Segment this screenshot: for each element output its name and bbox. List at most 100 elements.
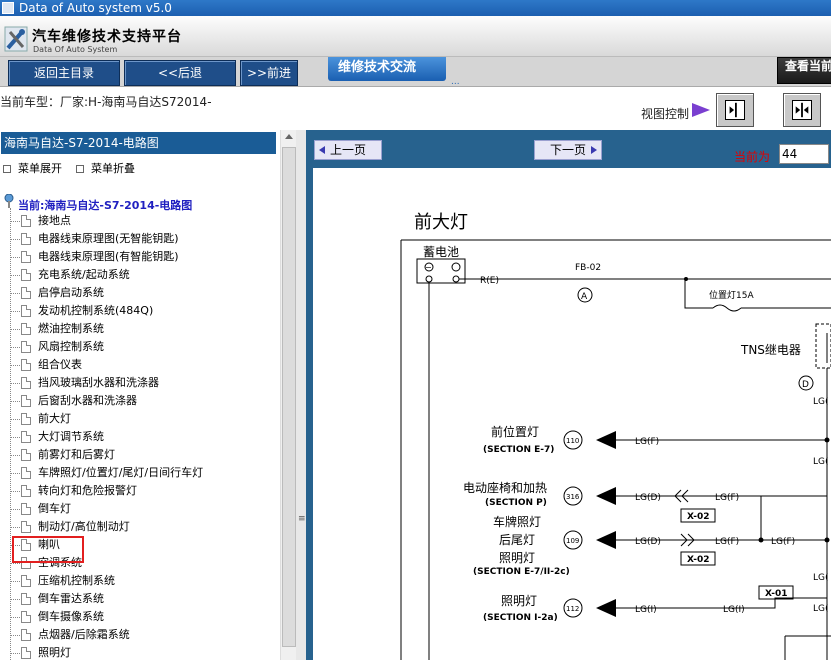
- menu-item[interactable]: 电器线束原理图(无智能钥匙): [0, 230, 280, 248]
- tab-more-link[interactable]: ...: [451, 77, 460, 87]
- tree-connector: [10, 239, 20, 240]
- view-control-label: 视图控制: [641, 107, 690, 121]
- document-icon: [21, 611, 31, 623]
- document-icon: [21, 413, 31, 425]
- plate-lamp-connector: 109: [566, 537, 579, 545]
- menu-title: 海南马自达-S7-2014-电路图: [1, 132, 276, 154]
- tree-connector: [10, 563, 20, 564]
- menu-item-label: 启停启动系统: [38, 286, 104, 299]
- tree-connector: [10, 275, 20, 276]
- tree-connector: [10, 347, 20, 348]
- expand-right-icon: [725, 100, 745, 120]
- menu-item[interactable]: 启停启动系统: [0, 284, 280, 302]
- app-icon: [2, 2, 14, 14]
- tree-connector: [10, 581, 20, 582]
- menu-item[interactable]: 倒车灯: [0, 500, 280, 518]
- prev-page-button[interactable]: 上一页: [314, 140, 382, 160]
- wire-lgf-label-4: LG(F): [771, 537, 795, 547]
- back-button[interactable]: <<后退: [124, 60, 236, 86]
- current-folder-label[interactable]: 当前:海南马自达-S7-2014-电路图: [18, 197, 192, 213]
- tech-exchange-tab[interactable]: 维修技术交流: [328, 57, 446, 81]
- illumination-lamp-label: 照明灯: [499, 551, 535, 565]
- menu-item[interactable]: 前大灯: [0, 410, 280, 428]
- menu-item[interactable]: 制动灯/高位制动灯: [0, 518, 280, 536]
- menu-item-label: 转向灯和危险报警灯: [38, 484, 137, 497]
- menu-item[interactable]: 照明灯: [0, 644, 280, 662]
- menu-item[interactable]: 前雾灯和后雾灯: [0, 446, 280, 464]
- fuse-block-label: FB-02: [575, 263, 601, 273]
- menu-item-label: 制动灯/高位制动灯: [38, 520, 130, 533]
- wire-lgi-label-2: LG(I): [723, 605, 745, 615]
- current-page-input[interactable]: 44: [779, 144, 829, 164]
- forward-button[interactable]: >>前进: [240, 60, 298, 86]
- menu-item-label: 倒车灯: [38, 502, 71, 515]
- menu-item-label: 压缩机控制系统: [38, 574, 115, 587]
- menu-item[interactable]: 电器线束原理图(有智能钥匙): [0, 248, 280, 266]
- menu-item[interactable]: 充电系统/起动系统: [0, 266, 280, 284]
- tree-connector: [10, 311, 20, 312]
- document-icon: [21, 449, 31, 461]
- menu-item[interactable]: 风扇控制系统: [0, 338, 280, 356]
- menu-item[interactable]: 大灯调节系统: [0, 428, 280, 446]
- view-control-arrow-icon: [692, 103, 710, 117]
- menu-scrollbar[interactable]: [280, 130, 296, 660]
- tree-connector: [10, 509, 20, 510]
- menu-item[interactable]: 压缩机控制系统: [0, 572, 280, 590]
- tree-connector: [10, 599, 20, 600]
- document-icon: [21, 287, 31, 299]
- menu-pane: 海南马自达-S7-2014-电路图 菜单展开 菜单折叠 当前:海南马自达-S7-…: [0, 130, 296, 660]
- menu-item-label: 前大灯: [38, 412, 71, 425]
- menu-item[interactable]: 后窗刮水器和洗涤器: [0, 392, 280, 410]
- wire-lg-e-label: LG(: [813, 397, 829, 407]
- next-page-label: 下一页: [549, 143, 586, 157]
- car-info-bar: 当前车型：厂家:H-海南马自达S72014- 视图控制: [0, 87, 831, 130]
- tree-connector: [10, 383, 20, 384]
- document-icon: [21, 503, 31, 515]
- menu-item[interactable]: 组合仪表: [0, 356, 280, 374]
- menu-item[interactable]: 发动机控制系统(484Q): [0, 302, 280, 320]
- menu-item[interactable]: 点烟器/后除霜系统: [0, 626, 280, 644]
- plate-lamp-section: (SECTION E-7/II-2c): [473, 567, 570, 577]
- menu-item-label: 大灯调节系统: [38, 430, 104, 443]
- heated-seat-label: 电动座椅和加热: [463, 480, 547, 495]
- menu-expand-button[interactable]: 菜单展开: [3, 160, 62, 176]
- menu-item[interactable]: 倒车摄像系统: [0, 608, 280, 626]
- view-current-button[interactable]: 查看当前: [777, 57, 831, 84]
- view-expand-right-button[interactable]: [716, 93, 754, 127]
- diagram-title: 前大灯: [414, 212, 468, 233]
- prev-arrow-icon: [319, 146, 325, 154]
- menu-item-label: 风扇控制系统: [38, 340, 104, 353]
- menu-item[interactable]: 倒车雷达系统: [0, 590, 280, 608]
- menu-expand-label: 菜单展开: [18, 162, 62, 175]
- app-header: 汽车维修技术支持平台 Data Of Auto System: [0, 16, 831, 56]
- heated-seat-section: (SECTION P): [485, 498, 547, 508]
- front-position-section: (SECTION E-7): [483, 445, 554, 455]
- tree-connector: [10, 653, 20, 654]
- prev-page-label: 上一页: [329, 143, 366, 157]
- document-icon: [21, 521, 31, 533]
- wire-lgf-label-2: LG(F): [715, 493, 739, 503]
- home-button[interactable]: 返回主目录: [8, 60, 120, 86]
- tree-connector: [10, 221, 20, 222]
- document-icon: [21, 215, 31, 227]
- menu-item[interactable]: 车牌照灯/位置灯/尾灯/日间行车灯: [0, 464, 280, 482]
- menu-item-label: 燃油控制系统: [38, 322, 104, 335]
- menu-item[interactable]: 接地点: [0, 212, 280, 230]
- menu-item[interactable]: 挡风玻璃刮水器和洗涤器: [0, 374, 280, 392]
- wire-lgf-label-3: LG(F): [715, 537, 739, 547]
- diagram-page: − 前大灯 蓄电池 R(E) FB-02 A 位置灯15A TNS继电器 D L…: [313, 168, 831, 660]
- scroll-up-icon[interactable]: [285, 134, 293, 139]
- tail-lamp-label: 后尾灯: [499, 533, 535, 547]
- menu-collapse-button[interactable]: 菜单折叠: [76, 160, 135, 176]
- splitter-grip-icon[interactable]: ≡: [298, 514, 306, 524]
- menu-item-label: 组合仪表: [38, 358, 82, 371]
- window-title: Data of Auto system v5.0: [19, 1, 172, 15]
- document-icon: [21, 575, 31, 587]
- menu-item[interactable]: 燃油控制系统: [0, 320, 280, 338]
- view-split-button[interactable]: [783, 93, 821, 127]
- next-page-button[interactable]: 下一页: [534, 140, 602, 160]
- menu-item[interactable]: 转向灯和危险报警灯: [0, 482, 280, 500]
- pane-splitter[interactable]: ≡: [296, 130, 306, 660]
- wire-lg-cut-2: LG(: [813, 573, 829, 583]
- menu-scroll-thumb[interactable]: [282, 147, 296, 647]
